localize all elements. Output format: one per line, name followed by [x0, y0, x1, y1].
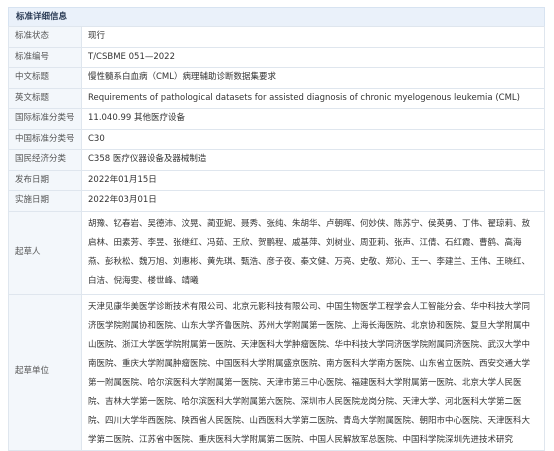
row-english-title: 英文标题 Requirements of pathological datase… — [8, 87, 545, 109]
implement-date-label: 实施日期 — [8, 190, 82, 212]
ics-value: 11.040.99 其他医疗设备 — [81, 108, 545, 130]
drafters-value: 胡豫、钇春岩、吴德沛、汶晃、蔺亚妮、聂秀、张纯、朱胡华、卢朝晖、何妙侠、陈苏宁、… — [81, 210, 545, 295]
ccs-label: 中国标准分类号 — [8, 128, 82, 150]
implement-date-value: 2022年03月01日 — [81, 190, 545, 212]
ccs-value: C30 — [81, 128, 545, 150]
standard-number-label: 标准编号 — [8, 46, 82, 68]
section-title: 标准详细信息 — [8, 7, 545, 26]
row-drafting-units: 起草单位 天津见康华美医学诊断技术有限公司、北京元影科技有限公司、中国生物医学工… — [8, 293, 545, 451]
drafting-units-label: 起草单位 — [8, 293, 82, 451]
row-implement-date: 实施日期 2022年03月01日 — [8, 190, 545, 212]
standard-info-table: 标准状态 现行 标准编号 T/CSBME 051—2022 中文标题 慢性髓系白… — [8, 26, 545, 451]
status-label: 标准状态 — [8, 26, 82, 48]
publish-date-value: 2022年01月15日 — [81, 169, 545, 191]
publish-date-label: 发布日期 — [8, 169, 82, 191]
row-standard-number: 标准编号 T/CSBME 051—2022 — [8, 46, 545, 68]
row-publish-date: 发布日期 2022年01月15日 — [8, 169, 545, 191]
status-value: 现行 — [81, 26, 545, 48]
row-status: 标准状态 现行 — [8, 26, 545, 48]
ics-label: 国际标准分类号 — [8, 108, 82, 130]
row-economic-class: 国民经济分类 C358 医疗仪器设备及器械制造 — [8, 149, 545, 171]
economic-class-value: C358 医疗仪器设备及器械制造 — [81, 149, 545, 171]
standard-detail-panel: 标准详细信息 标准状态 现行 标准编号 T/CSBME 051—2022 中文标… — [8, 7, 545, 451]
chinese-title-value: 慢性髓系白血病（CML）病理辅助诊断数据集要求 — [81, 67, 545, 89]
english-title-label: 英文标题 — [8, 87, 82, 109]
drafters-label: 起草人 — [8, 210, 82, 295]
row-ics: 国际标准分类号 11.040.99 其他医疗设备 — [8, 108, 545, 130]
drafting-units-value: 天津见康华美医学诊断技术有限公司、北京元影科技有限公司、中国生物医学工程学会人工… — [81, 293, 545, 451]
row-ccs: 中国标准分类号 C30 — [8, 128, 545, 150]
english-title-value: Requirements of pathological datasets fo… — [81, 87, 545, 109]
row-drafters: 起草人 胡豫、钇春岩、吴德沛、汶晃、蔺亚妮、聂秀、张纯、朱胡华、卢朝晖、何妙侠、… — [8, 210, 545, 295]
standard-number-value: T/CSBME 051—2022 — [81, 46, 545, 68]
row-chinese-title: 中文标题 慢性髓系白血病（CML）病理辅助诊断数据集要求 — [8, 67, 545, 89]
economic-class-label: 国民经济分类 — [8, 149, 82, 171]
chinese-title-label: 中文标题 — [8, 67, 82, 89]
